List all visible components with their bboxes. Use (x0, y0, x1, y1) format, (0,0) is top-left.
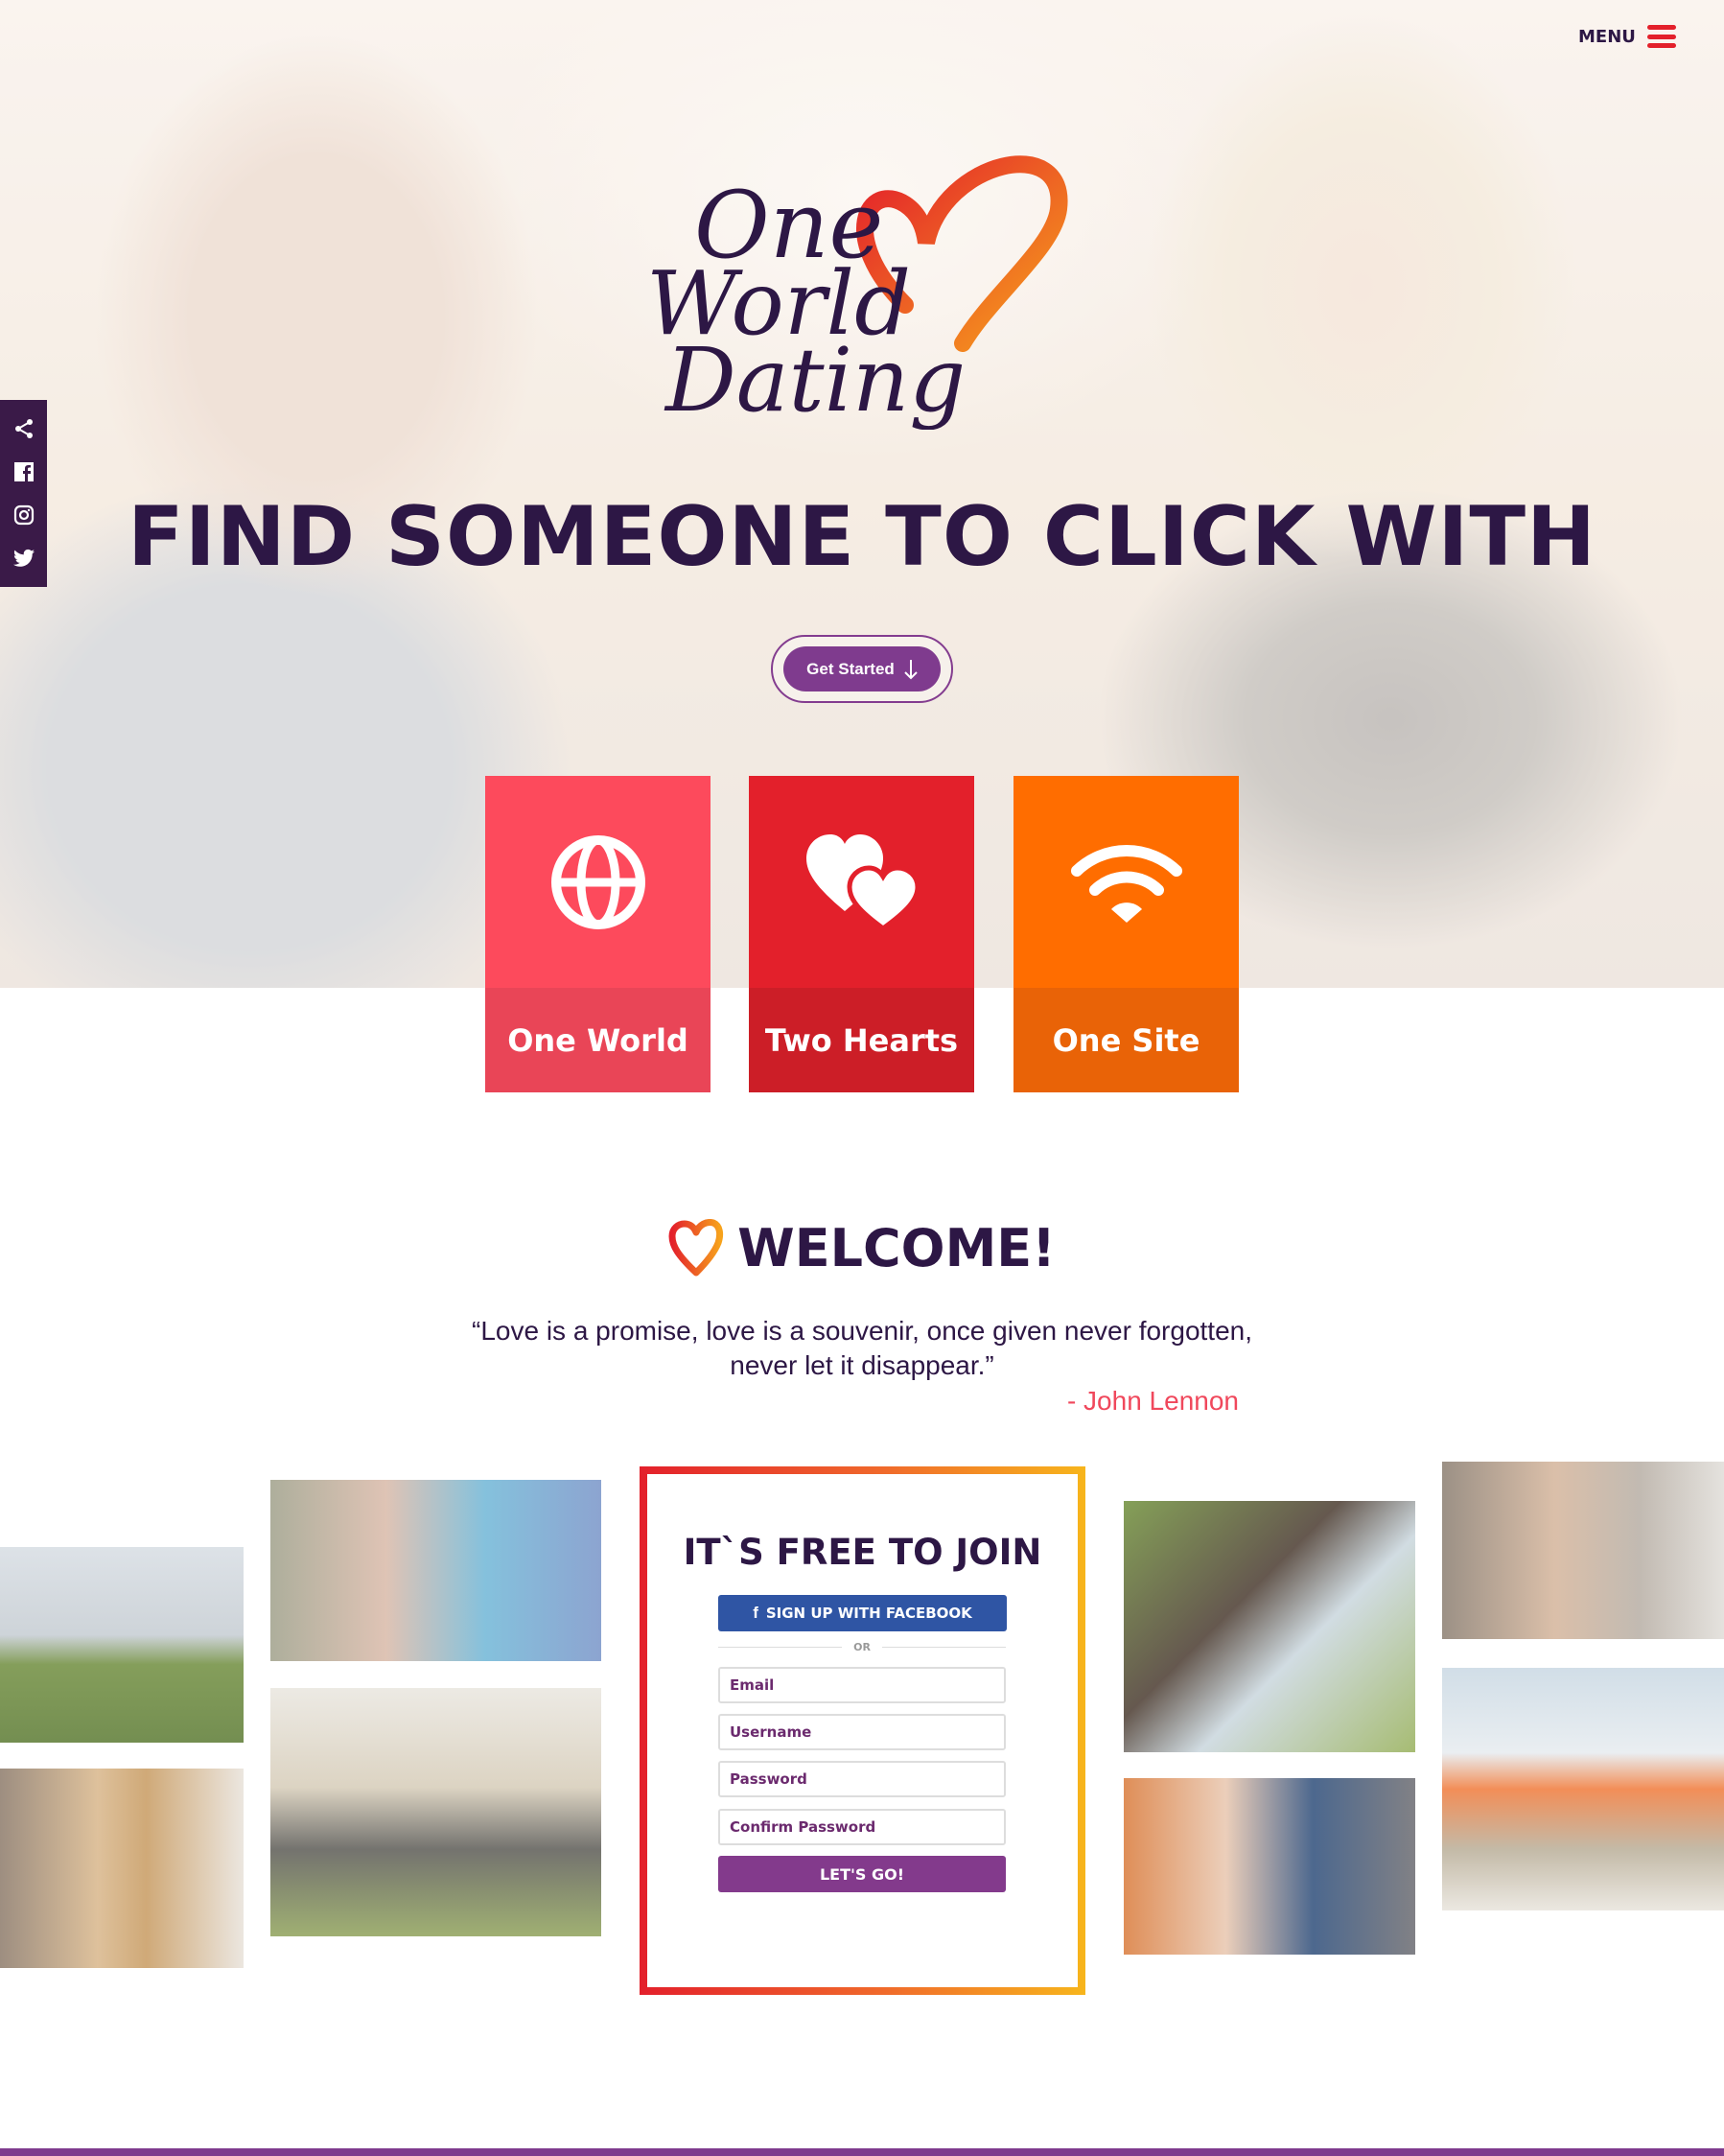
password-field[interactable] (718, 1761, 1006, 1797)
get-started-label: Get Started (806, 659, 895, 678)
tile-label: One Site (1013, 988, 1239, 1092)
photo-couple-park (0, 1547, 244, 1743)
menu-button[interactable]: MENU (1578, 25, 1676, 48)
or-label: OR (853, 1641, 871, 1653)
tile-icon-area (485, 776, 711, 988)
signup-form-frame: IT`S FREE TO JOIN f SIGN UP WITH FACEBOO… (640, 1466, 1085, 1995)
footer-bar (0, 2148, 1724, 2156)
email-field[interactable] (718, 1667, 1006, 1703)
tile-two-hearts[interactable]: Two Hearts (749, 776, 974, 1092)
or-divider: OR (718, 1641, 1007, 1653)
welcome-heading: WELCOME! (0, 1218, 1724, 1278)
facebook-signup-label: SIGN UP WITH FACEBOOK (765, 1605, 972, 1622)
facebook-icon[interactable] (12, 459, 36, 484)
photo-women-couple (270, 1480, 601, 1661)
globe-icon (550, 834, 645, 929)
tile-label: Two Hearts (749, 988, 974, 1092)
logo[interactable]: One World Dating (646, 152, 1087, 432)
hero-headline: FIND SOMEONE TO CLICK WITH (127, 489, 1596, 585)
photo-senior-couple (270, 1688, 601, 1936)
tile-label: One World (485, 988, 711, 1092)
quote-author: - John Lennon (1066, 1386, 1239, 1416)
tile-icon-area (1013, 776, 1239, 988)
photo-couple-laughing (1124, 1778, 1415, 1955)
hamburger-icon (1646, 25, 1676, 48)
quote: “Love is a promise, love is a souvenir, … (0, 1314, 1724, 1383)
photo-couple-beach (1442, 1668, 1724, 1910)
quote-line: “Love is a promise, love is a souvenir, … (472, 1316, 1252, 1346)
quote-line: never let it disappear.” (730, 1350, 994, 1380)
wifi-icon (1070, 844, 1182, 923)
tile-one-site[interactable]: One Site (1013, 776, 1239, 1092)
svg-text:Dating: Dating (664, 329, 966, 430)
tile-icon-area (749, 776, 974, 988)
menu-label: MENU (1578, 26, 1636, 47)
username-field[interactable] (718, 1714, 1006, 1750)
signup-form: IT`S FREE TO JOIN f SIGN UP WITH FACEBOO… (647, 1474, 1078, 1987)
photo-couple-dancing (1124, 1501, 1415, 1752)
get-started-button[interactable]: Get Started (783, 646, 941, 691)
welcome-title: WELCOME! (737, 1218, 1056, 1278)
facebook-signup-button[interactable]: f SIGN UP WITH FACEBOOK (718, 1595, 1007, 1631)
confirm-password-field[interactable] (718, 1809, 1006, 1845)
photo-couple-shopping (1442, 1462, 1724, 1639)
tile-one-world[interactable]: One World (485, 776, 711, 1092)
share-icon[interactable] (12, 416, 36, 441)
facebook-f-icon: f (753, 1604, 758, 1622)
signup-title: IT`S FREE TO JOIN (683, 1532, 1042, 1573)
photo-couple-guitar (0, 1769, 244, 1968)
hearts-icon (805, 833, 918, 930)
arrow-down-icon (904, 659, 918, 679)
heart-outline-icon (668, 1218, 724, 1276)
submit-button[interactable]: LET'S GO! (718, 1856, 1006, 1892)
